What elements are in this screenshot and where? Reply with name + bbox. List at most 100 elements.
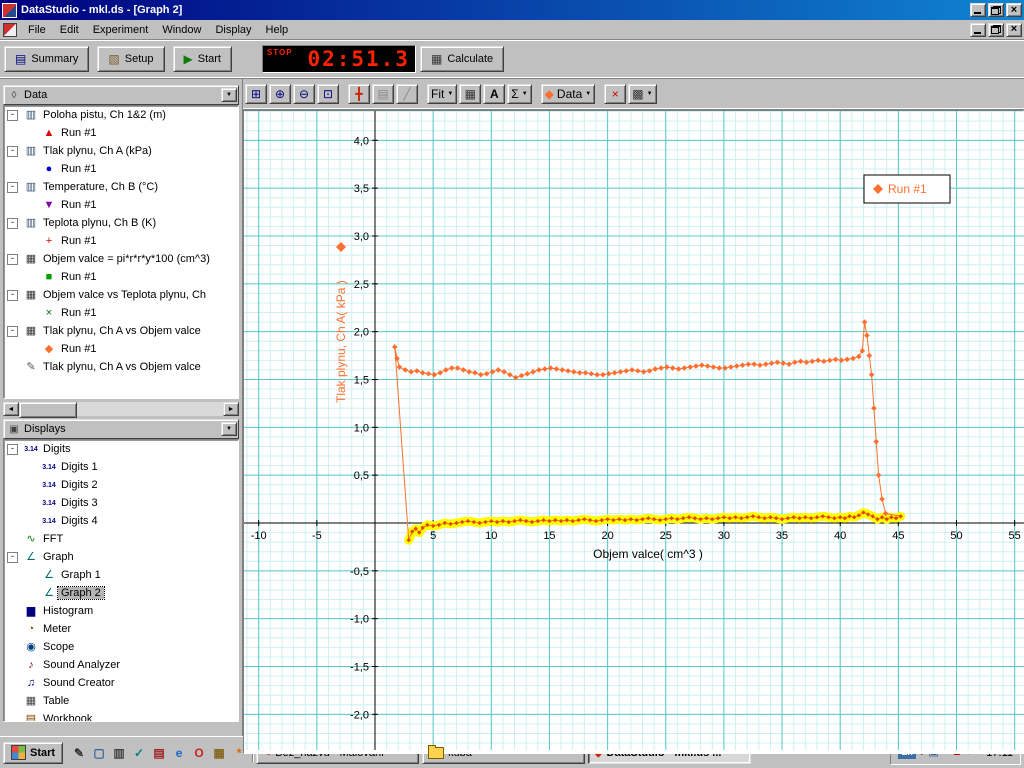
data-item-4-run[interactable]: +Run #1 [4,232,238,250]
data-item-6[interactable]: -▦Objem valce vs Teplota plynu, Ch [4,286,238,304]
child-restore-button[interactable] [988,23,1004,37]
opera-icon[interactable]: O [190,744,208,762]
data-panel-dropdown-button[interactable]: ▼ [221,88,237,102]
book-icon[interactable]: ▤ [150,744,168,762]
scale-to-fit-button[interactable]: ⊞ [245,84,267,104]
scrollbar-thumb[interactable] [19,402,77,418]
display-item-fft-label: FFT [40,533,66,545]
menu-display[interactable]: Display [208,22,258,38]
displays-panel-dropdown-button[interactable]: ▼ [221,422,237,436]
tree-expander-icon[interactable]: - [7,254,18,265]
document-icon[interactable]: ▢ [90,744,108,762]
app-icon[interactable] [2,3,17,18]
data-item-2-run-label: Run #1 [58,163,99,175]
display-item-digits-2[interactable]: 3.14Digits 2 [4,476,238,494]
display-item-digits[interactable]: -3.14Digits [4,440,238,458]
data-item-7[interactable]: -▦Tlak plynu, Ch A vs Objem valce [4,322,238,340]
data-item-3-run[interactable]: ▼Run #1 [4,196,238,214]
minimize-button[interactable] [970,3,986,17]
display-item-graph-1-label: Graph 1 [58,569,104,581]
restore-button[interactable] [988,3,1004,17]
tree-expander-icon[interactable]: - [7,552,18,563]
chart-legend[interactable]: Run #1 [864,175,950,203]
internet-explorer-icon[interactable]: e [170,744,188,762]
menu-experiment[interactable]: Experiment [86,22,156,38]
chart-series-run1[interactable] [392,319,903,542]
display-item-digits-4[interactable]: 3.14Digits 4 [4,512,238,530]
tree-expander-icon[interactable]: - [7,290,18,301]
data-item-4[interactable]: -▥Teplota plynu, Ch B (K) [4,214,238,232]
data-item-1-run-label: Run #1 [58,127,99,139]
database-icon[interactable]: ▦ [210,744,228,762]
data-item-8[interactable]: ✎Tlak plynu, Ch A vs Objem valce [4,358,238,376]
scrollbar-track[interactable] [19,402,223,416]
setup-button[interactable]: ▧ Setup [97,46,164,72]
display-item-scope[interactable]: ◉Scope [4,638,238,656]
menu-edit[interactable]: Edit [53,22,86,38]
tree-expander-icon[interactable]: - [7,146,18,157]
fit-dropdown[interactable]: Fit▼ [427,84,457,104]
display-item-histogram[interactable]: ▆Histogram [4,602,238,620]
text-tool-button[interactable]: A [483,84,505,104]
display-item-meter[interactable]: ◔Meter [4,620,238,638]
data-dropdown[interactable]: ◆Data▼ [541,84,596,104]
data-item-5-run[interactable]: ■Run #1 [4,268,238,286]
slope-tool-button[interactable]: ╱ [396,84,418,104]
tree-expander-icon[interactable]: - [7,110,18,121]
menu-file[interactable]: File [21,22,53,38]
calculate-button[interactable]: ▦ Calculate [420,46,504,72]
calculator-tool-button[interactable]: ▦ [459,84,481,104]
scroll-left-button[interactable]: ◄ [3,402,19,416]
data-item-2-run[interactable]: ●Run #1 [4,160,238,178]
scroll-right-button[interactable]: ► [223,402,239,416]
tree-expander-icon[interactable]: - [7,444,18,455]
zoom-out-button[interactable]: ⊖ [293,84,315,104]
start-recording-button[interactable]: ▶ Start [173,46,232,72]
x-axis-label[interactable]: Objem valce( cm^3 ) [593,547,703,561]
y-axis-label[interactable]: Tlak plynu, Ch A( kPa ) [334,242,348,403]
pressure-volume-chart[interactable]: -10-5510152025303540455055-2,0-1,5-1,0-0… [244,111,1024,750]
svg-text:2,0: 2,0 [354,327,369,339]
display-item-fft[interactable]: ∿FFT [4,530,238,548]
smart-tool-button[interactable]: ╋ [348,84,370,104]
printer-icon[interactable]: ▥ [110,744,128,762]
start-menu-button[interactable]: Start [3,742,63,764]
data-item-6-run[interactable]: ×Run #1 [4,304,238,322]
check-icon[interactable]: ✓ [130,744,148,762]
display-item-graph[interactable]: -∠Graph [4,548,238,566]
display-item-sound-analyzer[interactable]: ♪Sound Analyzer [4,656,238,674]
child-window-icon[interactable] [3,23,17,37]
histogram-icon: ▆ [22,606,40,617]
display-item-graph-2[interactable]: ∠Graph 2 [4,584,238,602]
statistics-dropdown[interactable]: Σ▼ [507,84,531,104]
paint-icon[interactable]: ✎ [70,744,88,762]
display-item-table[interactable]: ▦Table [4,692,238,710]
note-tool-button[interactable]: ▤ [372,84,394,104]
data-item-5[interactable]: -▦Objem valce = pi*r*r*y*100 (cm^3) [4,250,238,268]
data-item-1[interactable]: -▥Poloha pistu, Ch 1&2 (m) [4,106,238,124]
menu-help[interactable]: Help [259,22,296,38]
display-item-graph-1[interactable]: ∠Graph 1 [4,566,238,584]
tree-expander-icon[interactable]: - [7,182,18,193]
data-item-3[interactable]: -▥Temperature, Ch B (°C) [4,178,238,196]
tree-expander-icon[interactable]: - [7,326,18,337]
display-item-sound-creator[interactable]: ♫Sound Creator [4,674,238,692]
data-item-1-run[interactable]: ▲Run #1 [4,124,238,142]
tree-expander-icon[interactable]: - [7,218,18,229]
sound-analyzer-icon: ♪ [22,660,40,671]
menu-window[interactable]: Window [155,22,208,38]
child-close-button[interactable]: × [1006,23,1022,37]
data-item-2[interactable]: -▥Tlak plynu, Ch A (kPa) [4,142,238,160]
delete-button[interactable]: × [604,84,626,104]
display-item-workbook[interactable]: ▤Workbook [4,710,238,722]
zoom-select-button[interactable]: ⊡ [317,84,339,104]
data-item-7-run[interactable]: ◆Run #1 [4,340,238,358]
summary-button[interactable]: ▤ Summary [4,46,89,72]
folder-icon [428,747,444,759]
display-item-digits-1[interactable]: 3.14Digits 1 [4,458,238,476]
zoom-in-button[interactable]: ⊕ [269,84,291,104]
child-minimize-button[interactable] [970,23,986,37]
display-item-digits-3[interactable]: 3.14Digits 3 [4,494,238,512]
close-button[interactable]: × [1006,3,1022,17]
graph-settings-button[interactable]: ▩▼ [628,84,656,104]
